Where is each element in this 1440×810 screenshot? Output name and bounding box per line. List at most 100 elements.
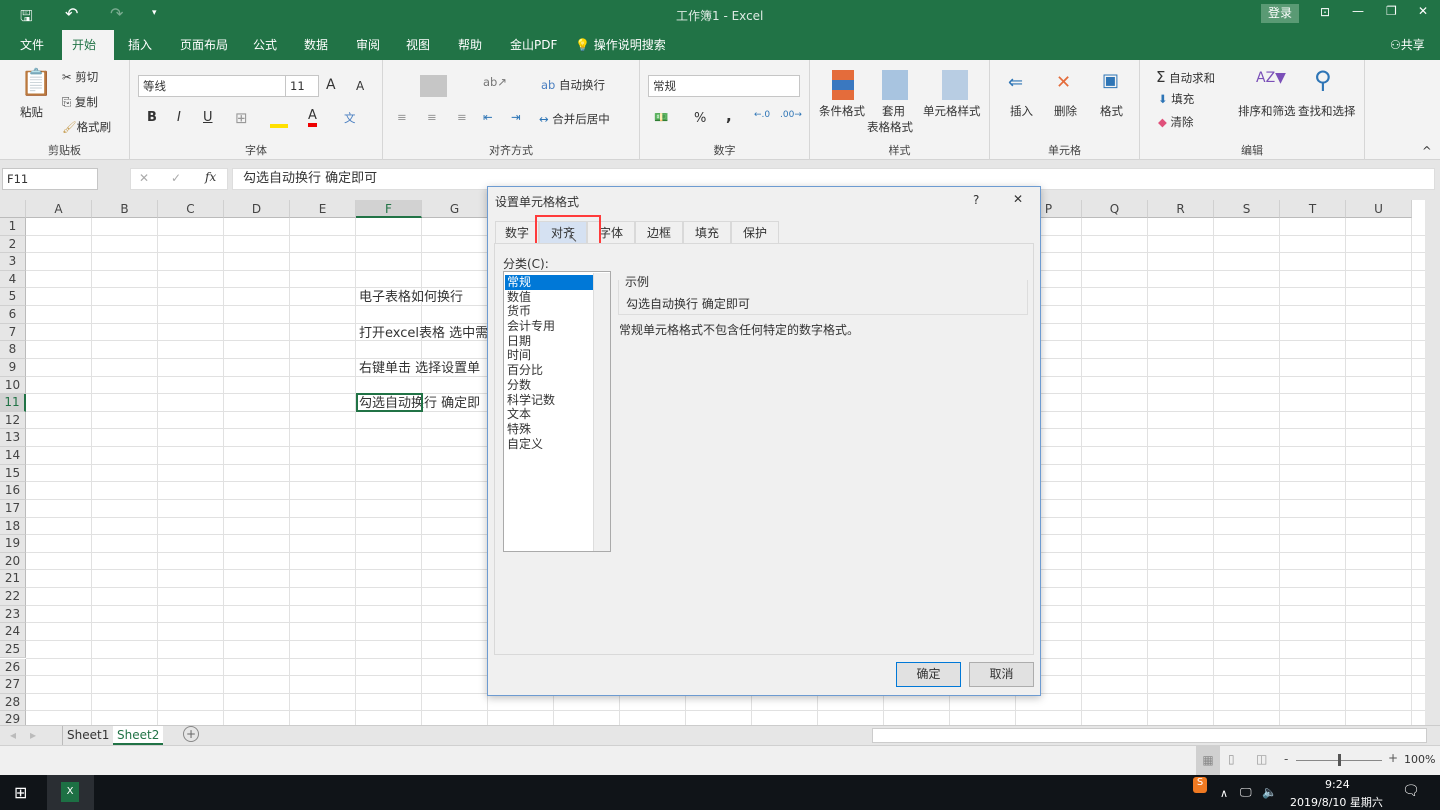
row-header-9[interactable]: 9 [0,358,26,377]
category-item[interactable]: 常规 [505,275,593,290]
font-name-select[interactable]: 等线 [138,75,286,97]
dialog-tab-fill[interactable]: 填充 [683,221,731,243]
bold-button[interactable]: B [147,110,157,125]
row-header-23[interactable]: 23 [0,605,26,624]
row-header-10[interactable]: 10 [0,376,26,395]
cell-F9[interactable]: 右键单击 选择设置单 [359,360,480,378]
column-header-C[interactable]: C [158,200,224,218]
tab-page-layout[interactable]: 页面布局 [170,30,238,60]
merge-center-button[interactable]: ↔ 合并后居中 [539,111,610,127]
row-header-19[interactable]: 19 [0,535,26,553]
row-header-5[interactable]: 5 [0,288,26,307]
row-header-24[interactable]: 24 [0,623,26,641]
tab-help[interactable]: 帮助 [448,30,492,60]
redo-icon[interactable]: ↷ [110,4,123,23]
column-header-E[interactable]: E [290,200,356,218]
row-header-11[interactable]: 11 [0,394,26,412]
sheet-scroll-right-icon[interactable]: ▸ [30,728,36,742]
category-item[interactable]: 自定义 [505,437,593,452]
network-icon[interactable]: 🖵 [1240,785,1252,800]
format-painter-button[interactable]: 🖌格式刷 [62,119,111,135]
row-header-7[interactable]: 7 [0,323,26,342]
category-item[interactable]: 数值 [505,290,593,305]
tab-insert[interactable]: 插入 [118,30,162,60]
font-size-select[interactable]: 11 [285,75,319,97]
copy-button[interactable]: ⎘ 复制 [62,94,98,110]
row-header-18[interactable]: 18 [0,517,26,536]
row-header-28[interactable]: 28 [0,693,26,712]
row-header-14[interactable]: 14 [0,447,26,465]
save-icon[interactable]: 🖫 [20,6,33,31]
tell-me-search[interactable]: 💡 操作说明搜索 [565,30,676,60]
shrink-font-icon[interactable]: A [356,79,364,93]
select-all-corner[interactable] [0,200,26,218]
row-header-16[interactable]: 16 [0,482,26,500]
page-layout-view-icon[interactable]: ▯ [1228,752,1235,766]
format-cells-button[interactable]: 格式 [1100,103,1123,119]
font-color-icon[interactable]: A [308,108,317,127]
zoom-out-button[interactable]: - [1284,752,1288,766]
paste-icon[interactable]: 📋 [20,68,52,98]
tab-view[interactable]: 视图 [396,30,440,60]
enter-icon[interactable]: ✓ [171,171,181,185]
row-header-27[interactable]: 27 [0,676,26,694]
tab-file[interactable]: 文件 [10,30,54,60]
tab-data[interactable]: 数据 [294,30,338,60]
excel-taskbar-button[interactable]: X [47,775,94,810]
cancel-icon[interactable]: ✕ [139,171,149,185]
name-box[interactable]: F11 [2,168,98,190]
tab-kingsoft-pdf[interactable]: 金山PDF [500,30,567,60]
minimize-icon[interactable]: — [1352,4,1364,18]
sort-filter-button[interactable]: 排序和筛选 [1238,103,1296,119]
undo-icon[interactable]: ↶ [65,4,78,23]
dialog-help-button[interactable]: ? [973,193,979,207]
orientation-icon[interactable]: ab↗ [483,75,507,89]
column-header-B[interactable]: B [92,200,158,218]
category-item[interactable]: 分数 [505,378,593,393]
selected-cell-F11[interactable] [356,393,423,412]
percent-button[interactable]: % [694,111,706,126]
column-header-G[interactable]: G [422,200,488,218]
ok-button[interactable]: 确定 [896,662,961,687]
category-scrollbar[interactable] [593,273,610,551]
grow-font-icon[interactable]: A [326,77,336,93]
dialog-tab-protection[interactable]: 保护 [731,221,779,243]
column-header-T[interactable]: T [1280,200,1346,218]
category-item[interactable]: 特殊 [505,422,593,437]
find-select-button[interactable]: 查找和选择 [1298,103,1356,119]
row-header-29[interactable]: 29 [0,711,26,725]
sheet-scroll-left-icon[interactable]: ◂ [10,728,16,742]
normal-view-icon[interactable]: ▦ [1196,746,1220,775]
sheet-tab-sheet2[interactable]: Sheet2 [113,726,164,745]
column-header-Q[interactable]: Q [1082,200,1148,218]
page-break-view-icon[interactable]: ◫ [1256,752,1267,766]
row-header-1[interactable]: 1 [0,218,26,236]
column-header-A[interactable]: A [26,200,92,218]
column-header-F[interactable]: F [356,200,422,218]
tab-review[interactable]: 审阅 [346,30,390,60]
row-header-13[interactable]: 13 [0,429,26,448]
insert-function-button[interactable]: fx [205,170,216,184]
underline-button[interactable]: U [203,110,213,125]
number-format-select[interactable]: 常规 [648,75,800,97]
tab-home[interactable]: 开始 [62,30,114,60]
dialog-tab-border[interactable]: 边框 [635,221,683,243]
row-header-8[interactable]: 8 [0,341,26,359]
decrease-decimal-icon[interactable]: .00→ [780,110,802,120]
row-header-20[interactable]: 20 [0,552,26,571]
cut-button[interactable]: ✂ 剪切 [62,69,98,85]
windows-start-icon[interactable]: ⊞ [14,783,27,802]
cell-styles-button[interactable]: 单元格样式 [923,103,981,119]
row-header-15[interactable]: 15 [0,464,26,483]
conditional-format-button[interactable]: 条件格式 [819,103,865,119]
align-left-icon[interactable]: ≡ [397,110,407,124]
horizontal-scrollbar[interactable] [872,728,1427,743]
fill-button[interactable]: ⬇ 填充 [1158,91,1194,107]
row-header-2[interactable]: 2 [0,235,26,254]
cell-F5[interactable]: 电子表格如何换行 [359,289,463,307]
delete-cells-button[interactable]: 删除 [1054,103,1077,119]
customize-qat-icon[interactable]: ▾ [152,8,157,18]
column-header-R[interactable]: R [1148,200,1214,218]
row-header-22[interactable]: 22 [0,588,26,606]
clock-date[interactable]: 2019/8/10 星期六 [1290,794,1383,810]
